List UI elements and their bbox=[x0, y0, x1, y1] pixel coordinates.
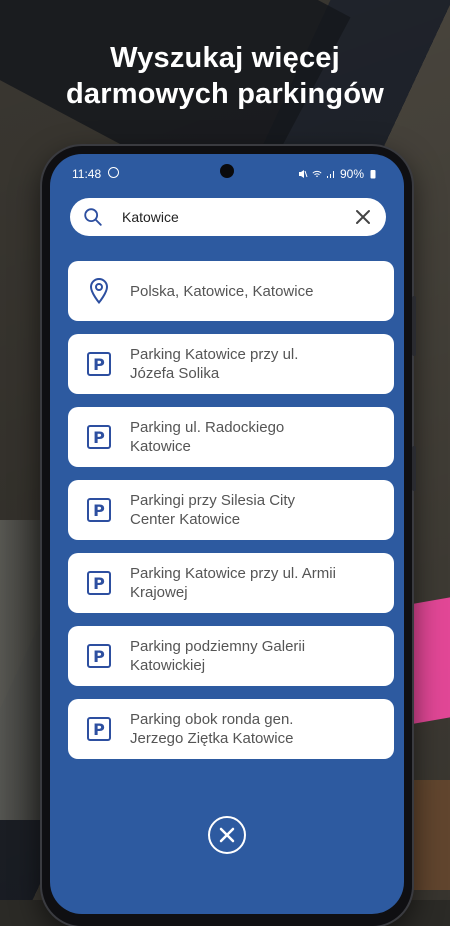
status-time: 11:48 bbox=[72, 167, 102, 181]
result-label: Parking ul. Radockiego Katowice bbox=[130, 418, 284, 456]
parking-icon: P bbox=[87, 425, 111, 449]
search-input[interactable]: Katowice bbox=[122, 209, 354, 225]
search-bar[interactable]: Katowice bbox=[70, 198, 386, 236]
close-icon[interactable] bbox=[354, 208, 372, 226]
background-car bbox=[410, 780, 450, 890]
result-item-parking[interactable]: P Parking Katowice przy ul. Józefa Solik… bbox=[68, 334, 394, 394]
result-line-2: Center Katowice bbox=[130, 511, 241, 528]
result-line-1: Parking podziemny Galerii bbox=[130, 638, 306, 655]
result-label: Polska, Katowice, Katowice bbox=[130, 282, 313, 301]
app-screen: 11:48 90% Katowice Polska, Katowice, Kat… bbox=[50, 154, 404, 914]
result-line-2: Krajowej bbox=[130, 584, 188, 601]
result-label: Parking Katowice przy ul. Józefa Solika bbox=[130, 345, 298, 383]
parking-icon-wrap: P bbox=[84, 714, 114, 744]
signal-icon bbox=[326, 171, 334, 178]
parking-icon-wrap: P bbox=[84, 641, 114, 671]
status-indicators: 90% bbox=[298, 167, 378, 181]
result-label: Parking podziemny Galerii Katowickiej bbox=[130, 637, 305, 675]
phone-volume-button bbox=[412, 296, 416, 356]
headline-line-1: Wyszukaj więcej bbox=[110, 42, 340, 74]
close-results-button[interactable] bbox=[208, 816, 246, 854]
parking-icon: P bbox=[87, 644, 111, 668]
close-icon bbox=[219, 827, 235, 843]
result-item-parking[interactable]: P Parking ul. Radockiego Katowice bbox=[68, 407, 394, 467]
location-pin-icon bbox=[84, 276, 114, 306]
battery-percent: 90% bbox=[339, 167, 364, 181]
parking-icon-wrap: P bbox=[84, 495, 114, 525]
result-line-2: Jerzego Ziętka Katowice bbox=[130, 730, 294, 747]
parking-icon: P bbox=[87, 571, 111, 595]
result-line-2: Katowice bbox=[130, 438, 191, 455]
result-label: Parkingi przy Silesia City Center Katowi… bbox=[130, 491, 295, 529]
phone-frame: 11:48 90% Katowice Polska, Katowice, Kat… bbox=[42, 146, 416, 926]
status-bar: 11:48 90% bbox=[50, 154, 404, 190]
result-line-1: Parking ul. Radockiego bbox=[130, 419, 285, 436]
wifi-icon bbox=[312, 170, 322, 177]
phone-power-button bbox=[412, 446, 416, 491]
parking-icon-wrap: P bbox=[84, 422, 114, 452]
promo-headline: Wyszukaj więcej darmowych parkingów bbox=[0, 40, 450, 112]
search-icon bbox=[84, 208, 102, 226]
result-label: Parking obok ronda gen. Jerzego Ziętka K… bbox=[130, 710, 293, 748]
result-item-parking[interactable]: P Parkingi przy Silesia City Center Kato… bbox=[68, 480, 394, 540]
result-item-parking[interactable]: P Parking Katowice przy ul. Armii Krajow… bbox=[68, 553, 394, 613]
result-line-2: Katowickiej bbox=[130, 657, 206, 674]
parking-icon: P bbox=[87, 498, 111, 522]
front-camera bbox=[220, 164, 234, 178]
result-line-1: Polska, Katowice, Katowice bbox=[130, 282, 314, 300]
sync-icon bbox=[108, 167, 119, 178]
result-line-1: Parking Katowice przy ul. Armii bbox=[130, 565, 336, 582]
headline-line-2: darmowych parkingów bbox=[65, 78, 385, 110]
result-item-parking[interactable]: P Parking obok ronda gen. Jerzego Ziętka… bbox=[68, 699, 394, 759]
result-label: Parking Katowice przy ul. Armii Krajowej bbox=[130, 564, 336, 602]
result-item-location[interactable]: Polska, Katowice, Katowice bbox=[68, 261, 394, 321]
parking-icon: P bbox=[87, 717, 111, 741]
parking-icon-wrap: P bbox=[84, 568, 114, 598]
result-line-2: Józefa Solika bbox=[130, 365, 220, 382]
parking-icon-wrap: P bbox=[84, 349, 114, 379]
result-line-1: Parking Katowice przy ul. bbox=[130, 346, 299, 363]
battery-icon bbox=[370, 170, 376, 179]
parking-icon: P bbox=[87, 352, 111, 376]
result-item-parking[interactable]: P Parking podziemny Galerii Katowickiej bbox=[68, 626, 394, 686]
result-line-1: Parking obok ronda gen. bbox=[130, 711, 294, 728]
mute-icon bbox=[298, 170, 308, 178]
results-list: Polska, Katowice, Katowice P Parking Kat… bbox=[68, 261, 396, 772]
result-line-1: Parkingi przy Silesia City bbox=[130, 492, 296, 509]
